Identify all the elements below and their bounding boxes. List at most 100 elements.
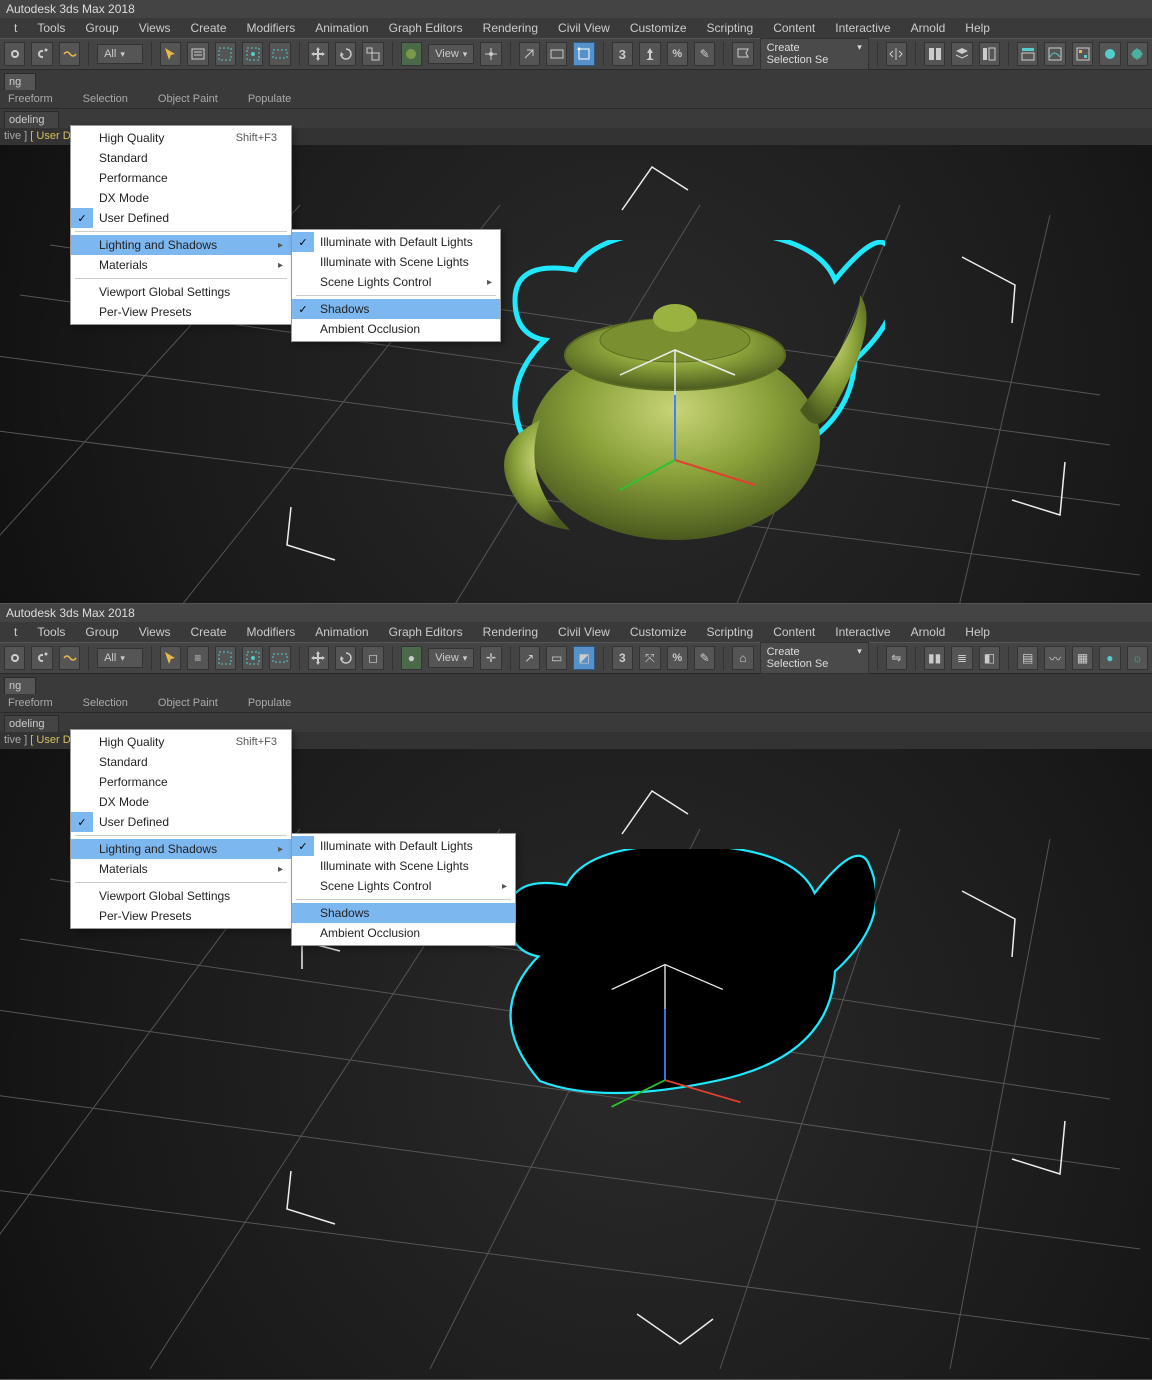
menu-item-views[interactable]: Views <box>129 21 181 35</box>
tab-modeling[interactable]: odeling <box>4 715 59 732</box>
material-editor-icon[interactable]: ● <box>1099 646 1120 670</box>
menu-item-graph-editors[interactable]: Graph Editors <box>379 21 473 35</box>
menu-item-modifiers[interactable]: Modifiers <box>237 625 306 639</box>
snaps-toggle-icon[interactable] <box>573 42 594 66</box>
snaps-toggle-icon[interactable]: ◩ <box>573 646 594 670</box>
menu-item-scene-lights-control[interactable]: Scene Lights Control <box>292 272 500 292</box>
menu-item-standard[interactable]: Standard <box>71 752 291 772</box>
select-object-icon[interactable] <box>160 646 181 670</box>
menu-item-customize[interactable]: Customize <box>620 21 697 35</box>
menu-item-modifiers[interactable]: Modifiers <box>237 21 306 35</box>
menu-item-standard[interactable]: Standard <box>71 148 291 168</box>
menu-item-materials[interactable]: Materials <box>71 255 291 275</box>
mirror-icon[interactable] <box>886 42 907 66</box>
menu-item-t[interactable]: t <box>4 21 27 35</box>
selection-filter-dropdown[interactable]: All <box>97 648 143 668</box>
menu-item-scripting[interactable]: Scripting <box>697 21 764 35</box>
use-pivot-center-icon[interactable]: ✛ <box>480 646 501 670</box>
manipulate-icon[interactable]: ↗ <box>519 646 540 670</box>
named-selection-sets-icon[interactable]: ⌂ <box>732 646 753 670</box>
curve-editor-icon[interactable] <box>1044 42 1065 66</box>
menu-item-performance[interactable]: Performance <box>71 168 291 188</box>
menu-item-dx-mode[interactable]: DX Mode <box>71 792 291 812</box>
ribbon-toggle-icon[interactable]: ▤ <box>1017 646 1038 670</box>
menu-item-t[interactable]: t <box>4 625 27 639</box>
layer-explorer-icon[interactable]: ≣ <box>951 646 972 670</box>
menu-item-content[interactable]: Content <box>763 625 825 639</box>
teapot-object[interactable] <box>455 849 875 1169</box>
menu-item-scene-lights-control[interactable]: Scene Lights Control <box>292 876 515 896</box>
menu-item-illuminate-scene[interactable]: Illuminate with Scene Lights <box>292 252 500 272</box>
spinner-snap-icon[interactable]: % <box>667 42 688 66</box>
align-icon[interactable]: ▮▮ <box>924 646 945 670</box>
select-and-rotate-icon[interactable] <box>335 42 356 66</box>
menu-item-per-view-presets[interactable]: Per-View Presets <box>71 302 291 322</box>
menu-item-arnold[interactable]: Arnold <box>901 21 956 35</box>
menu-item-civil-view[interactable]: Civil View <box>548 625 620 639</box>
tab-modeling[interactable]: odeling <box>4 111 59 128</box>
unlink-icon[interactable] <box>31 42 52 66</box>
mirror-icon[interactable]: ⇋ <box>886 646 907 670</box>
menu-item-shadows[interactable]: Shadows <box>292 903 515 923</box>
link-icon[interactable] <box>4 646 25 670</box>
menu-item-rendering[interactable]: Rendering <box>473 625 548 639</box>
menu-item-civil-view[interactable]: Civil View <box>548 21 620 35</box>
select-by-name-icon[interactable]: ≡ <box>187 646 208 670</box>
keyboard-shortcut-override-icon[interactable]: ▭ <box>546 646 567 670</box>
teapot-object[interactable] <box>465 240 885 560</box>
toggle-scene-explorer-icon[interactable] <box>979 42 1000 66</box>
angle-snap-icon[interactable]: 3 <box>612 646 633 670</box>
select-and-move-icon[interactable] <box>308 42 329 66</box>
angle-snap-icon[interactable]: 3 <box>612 42 633 66</box>
render-setup-icon[interactable]: ☼ <box>1127 646 1148 670</box>
select-object-icon[interactable] <box>160 42 181 66</box>
manipulate-icon[interactable] <box>519 42 540 66</box>
menu-item-arnold[interactable]: Arnold <box>901 625 956 639</box>
reference-coordinate-dropdown[interactable]: View <box>428 44 474 64</box>
menu-item-viewport-global-settings[interactable]: Viewport Global Settings <box>71 886 291 906</box>
menu-item-illuminate-scene[interactable]: Illuminate with Scene Lights <box>292 856 515 876</box>
toggle-scene-explorer-icon[interactable]: ◧ <box>979 646 1000 670</box>
render-setup-icon[interactable] <box>1127 42 1148 66</box>
menu-item-performance[interactable]: Performance <box>71 772 291 792</box>
placement-tool-icon[interactable]: ● <box>401 646 422 670</box>
curve-editor-icon[interactable]: 〰 <box>1044 646 1065 670</box>
schematic-view-icon[interactable]: ▦ <box>1072 646 1093 670</box>
material-editor-icon[interactable] <box>1099 42 1120 66</box>
schematic-view-icon[interactable] <box>1072 42 1093 66</box>
edit-named-selection-sets-icon[interactable]: ✎ <box>694 42 715 66</box>
menu-item-customize[interactable]: Customize <box>620 625 697 639</box>
rectangular-selection-region-icon[interactable] <box>215 646 236 670</box>
menu-item-interactive[interactable]: Interactive <box>825 21 900 35</box>
edit-named-selection-sets-icon[interactable]: ✎ <box>694 646 715 670</box>
menu-item-illuminate-default[interactable]: Illuminate with Default Lights <box>292 836 515 856</box>
menu-item-user-defined[interactable]: User Defined <box>71 208 291 228</box>
menu-item-rendering[interactable]: Rendering <box>473 21 548 35</box>
paint-selection-icon[interactable] <box>269 646 290 670</box>
menu-item-group[interactable]: Group <box>75 21 128 35</box>
menu-item-materials[interactable]: Materials <box>71 859 291 879</box>
menu-item-content[interactable]: Content <box>763 21 825 35</box>
percent-snap-icon[interactable]: ⤧ <box>639 646 660 670</box>
select-and-scale-icon[interactable]: ◻ <box>362 646 383 670</box>
named-selection-sets-icon[interactable] <box>732 42 753 66</box>
placement-tool-icon[interactable] <box>401 42 422 66</box>
percent-snap-icon[interactable] <box>639 42 660 66</box>
menu-item-ambient-occlusion[interactable]: Ambient Occlusion <box>292 319 500 339</box>
keyboard-shortcut-override-icon[interactable] <box>546 42 567 66</box>
menu-item-high-quality[interactable]: High QualityShift+F3 <box>71 732 291 752</box>
menu-item-tools[interactable]: Tools <box>27 625 75 639</box>
unlink-icon[interactable] <box>31 646 52 670</box>
menu-item-user-defined[interactable]: User Defined <box>71 812 291 832</box>
paint-selection-icon[interactable] <box>269 42 290 66</box>
menu-item-interactive[interactable]: Interactive <box>825 625 900 639</box>
select-and-scale-icon[interactable] <box>362 42 383 66</box>
ribbon-toggle-icon[interactable] <box>1017 42 1038 66</box>
tab-polygon-modeling[interactable]: ng <box>4 677 36 694</box>
reference-coordinate-dropdown[interactable]: View <box>428 648 474 668</box>
menu-item-shadows[interactable]: Shadows <box>292 299 500 319</box>
menu-item-create[interactable]: Create <box>181 21 237 35</box>
menu-item-tools[interactable]: Tools <box>27 21 75 35</box>
menu-item-per-view-presets[interactable]: Per-View Presets <box>71 906 291 926</box>
menu-item-ambient-occlusion[interactable]: Ambient Occlusion <box>292 923 515 943</box>
